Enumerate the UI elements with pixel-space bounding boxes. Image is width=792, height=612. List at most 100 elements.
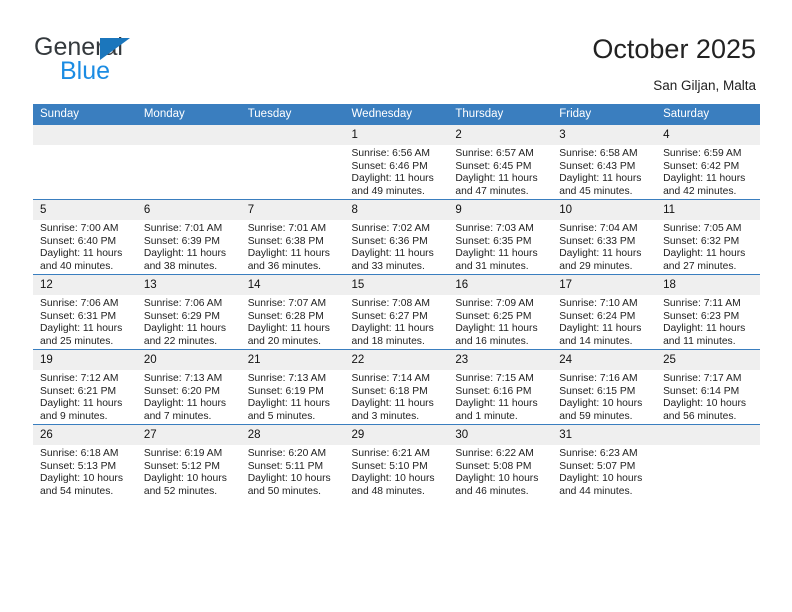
sunrise-text: Sunrise: 7:01 AM (247, 223, 327, 234)
page-title: October 2025 (592, 34, 756, 64)
day-details: Sunrise: 6:21 AM Sunset: 5:10 PM Daylight:… (345, 445, 449, 498)
calendar-day-cell[interactable]: 26 Sunrise: 6:18 AM Sunset: 5:13 PM Dayligh… (33, 424, 137, 499)
day-details: Sunrise: 6:58 AM Sunset: 6:43 PM Daylight:… (552, 145, 656, 198)
day-number: 18 (656, 275, 760, 295)
day-details: Sunrise: 6:18 AM Sunset: 5:13 PM Daylight:… (33, 445, 137, 498)
daylight-text-line2: and 46 minutes. (455, 485, 529, 497)
calendar-day-cell[interactable]: 4 Sunrise: 6:59 AM Sunset: 6:42 PM Daylight… (656, 125, 760, 200)
sunset-text: Sunset: 6:32 PM (663, 235, 740, 247)
calendar-day-cell[interactable]: 29 Sunrise: 6:21 AM Sunset: 5:10 PM Dayligh… (344, 424, 449, 499)
calendar-day-cell[interactable]: 17 Sunrise: 7:10 AM Sunset: 6:24 PM Dayligh… (552, 274, 657, 350)
sunset-text: Sunset: 6:40 PM (40, 235, 117, 247)
daylight-text-line1: Daylight: 10 hours (40, 473, 123, 485)
sunset-text: Sunset: 6:15 PM (559, 385, 636, 397)
daylight-text-line2: and 22 minutes. (143, 335, 218, 347)
day-number (33, 125, 137, 145)
calendar-day-cell[interactable]: 1 Sunrise: 6:56 AM Sunset: 6:46 PM Daylight… (344, 125, 449, 200)
calendar-day-cell[interactable]: 12 Sunrise: 7:06 AM Sunset: 6:31 PM Dayligh… (33, 274, 137, 350)
daylight-text-line2: and 47 minutes. (455, 185, 529, 197)
calendar-week-row: 12 Sunrise: 7:06 AM Sunset: 6:31 PM Dayligh… (33, 274, 760, 350)
calendar-day-cell[interactable]: 25 Sunrise: 7:17 AM Sunset: 6:14 PM Dayligh… (656, 349, 760, 425)
daylight-text-line2: and 59 minutes. (559, 410, 633, 422)
weekday-header-thursday: Thursday (448, 104, 553, 125)
weekday-header-row: Sunday Monday Tuesday Wednesday Thursday… (33, 104, 760, 125)
daylight-text-line1: Daylight: 10 hours (247, 473, 331, 485)
calendar-day-cell[interactable]: 6 Sunrise: 7:01 AM Sunset: 6:39 PM Daylight… (136, 199, 241, 275)
calendar-day-cell[interactable]: 3 Sunrise: 6:58 AM Sunset: 6:43 PM Daylight… (552, 125, 657, 200)
day-number: 7 (240, 200, 345, 220)
calendar-day-cell[interactable]: 18 Sunrise: 7:11 AM Sunset: 6:23 PM Dayligh… (656, 274, 760, 350)
day-number: 4 (656, 125, 760, 145)
calendar-empty-cell (656, 424, 760, 499)
sunrise-text: Sunrise: 7:01 AM (143, 223, 223, 234)
calendar-day-cell[interactable]: 15 Sunrise: 7:08 AM Sunset: 6:27 PM Dayligh… (344, 274, 449, 350)
calendar-day-cell[interactable]: 28 Sunrise: 6:20 AM Sunset: 5:11 PM Dayligh… (240, 424, 345, 499)
sunrise-text: Sunrise: 6:56 AM (351, 148, 430, 159)
day-number: 16 (448, 275, 553, 295)
sunset-text: Sunset: 6:21 PM (40, 385, 117, 397)
day-details: Sunrise: 7:03 AM Sunset: 6:35 PM Daylight:… (448, 220, 552, 273)
day-details: Sunrise: 7:15 AM Sunset: 6:16 PM Daylight:… (448, 370, 552, 423)
calendar-day-cell[interactable]: 19 Sunrise: 7:12 AM Sunset: 6:21 PM Dayligh… (33, 349, 137, 425)
daylight-text-line1: Daylight: 11 hours (455, 173, 538, 185)
weekday-header-tuesday: Tuesday (240, 104, 345, 125)
day-number: 5 (33, 200, 137, 220)
calendar-day-cell[interactable]: 14 Sunrise: 7:07 AM Sunset: 6:28 PM Dayligh… (240, 274, 345, 350)
sunrise-text: Sunrise: 7:11 AM (663, 298, 741, 309)
daylight-text-line1: Daylight: 11 hours (351, 173, 434, 185)
sunset-text: Sunset: 6:36 PM (351, 235, 428, 247)
calendar-day-cell[interactable]: 5 Sunrise: 7:00 AM Sunset: 6:40 PM Daylight… (33, 199, 137, 275)
sunset-text: Sunset: 6:27 PM (351, 310, 428, 322)
calendar-week-row: 26 Sunrise: 6:18 AM Sunset: 5:13 PM Dayligh… (33, 424, 760, 499)
daylight-text-line2: and 33 minutes. (351, 260, 425, 272)
calendar-day-cell[interactable]: 22 Sunrise: 7:14 AM Sunset: 6:18 PM Dayligh… (344, 349, 449, 425)
sunrise-sunset-calendar-table: Sunday Monday Tuesday Wednesday Thursday… (33, 104, 760, 499)
calendar-day-cell[interactable]: 21 Sunrise: 7:13 AM Sunset: 6:19 PM Dayligh… (240, 349, 345, 425)
day-number: 19 (33, 350, 137, 370)
calendar-day-cell[interactable]: 27 Sunrise: 6:19 AM Sunset: 5:12 PM Dayligh… (136, 424, 241, 499)
calendar-day-cell[interactable]: 9 Sunrise: 7:03 AM Sunset: 6:35 PM Daylight… (448, 199, 553, 275)
sunrise-text: Sunrise: 6:23 AM (559, 448, 638, 459)
calendar-day-cell[interactable]: 7 Sunrise: 7:01 AM Sunset: 6:38 PM Daylight… (240, 199, 345, 275)
daylight-text-line2: and 29 minutes. (559, 260, 633, 272)
day-details: Sunrise: 7:09 AM Sunset: 6:25 PM Daylight:… (448, 295, 552, 348)
daylight-text-line1: Daylight: 11 hours (40, 323, 123, 335)
day-number: 14 (240, 275, 345, 295)
page-header: General Blue October 2025 San Giljan, Ma… (0, 0, 792, 100)
sunset-text: Sunset: 5:10 PM (351, 460, 428, 472)
sunset-text: Sunset: 6:20 PM (143, 385, 220, 397)
daylight-text-line1: Daylight: 11 hours (455, 323, 538, 335)
calendar-day-cell[interactable]: 8 Sunrise: 7:02 AM Sunset: 6:36 PM Daylight… (344, 199, 449, 275)
daylight-text-line2: and 38 minutes. (143, 260, 218, 272)
daylight-text-line1: Daylight: 11 hours (40, 248, 123, 260)
day-number: 1 (344, 125, 449, 145)
sunrise-text: Sunrise: 7:05 AM (663, 223, 742, 234)
logo-text-blue: Blue (60, 57, 111, 85)
daylight-text-line1: Daylight: 10 hours (559, 473, 643, 485)
calendar-day-cell[interactable]: 30 Sunrise: 6:22 AM Sunset: 5:08 PM Dayligh… (448, 424, 553, 499)
calendar-day-cell[interactable]: 23 Sunrise: 7:15 AM Sunset: 6:16 PM Dayligh… (448, 349, 553, 425)
sunset-text: Sunset: 6:35 PM (455, 235, 532, 247)
day-details: Sunrise: 7:01 AM Sunset: 6:38 PM Daylight:… (241, 220, 345, 273)
calendar-day-cell[interactable]: 16 Sunrise: 7:09 AM Sunset: 6:25 PM Dayligh… (448, 274, 553, 350)
sunset-text: Sunset: 6:42 PM (663, 160, 740, 172)
calendar-day-cell[interactable]: 31 Sunrise: 6:23 AM Sunset: 5:07 PM Dayligh… (552, 424, 657, 499)
daylight-text-line1: Daylight: 11 hours (663, 323, 746, 335)
sunrise-text: Sunrise: 7:04 AM (559, 223, 638, 234)
day-details: Sunrise: 6:19 AM Sunset: 5:12 PM Daylight:… (137, 445, 241, 498)
calendar-week-row: 5 Sunrise: 7:00 AM Sunset: 6:40 PM Daylight… (33, 199, 760, 275)
sunrise-text: Sunrise: 7:13 AM (247, 373, 327, 384)
sunrise-text: Sunrise: 6:58 AM (559, 148, 638, 159)
sunset-text: Sunset: 6:29 PM (143, 310, 220, 322)
calendar-day-cell[interactable]: 24 Sunrise: 7:16 AM Sunset: 6:15 PM Dayligh… (552, 349, 657, 425)
calendar-day-cell[interactable]: 2 Sunrise: 6:57 AM Sunset: 6:45 PM Daylight… (448, 125, 553, 200)
daylight-text-line1: Daylight: 10 hours (143, 473, 227, 485)
day-details: Sunrise: 7:00 AM Sunset: 6:40 PM Daylight:… (33, 220, 137, 273)
calendar-day-cell[interactable]: 13 Sunrise: 7:06 AM Sunset: 6:29 PM Dayligh… (136, 274, 241, 350)
calendar-day-cell[interactable]: 10 Sunrise: 7:04 AM Sunset: 6:33 PM Dayligh… (552, 199, 657, 275)
sunrise-text: Sunrise: 7:08 AM (351, 298, 430, 309)
calendar-day-cell[interactable]: 20 Sunrise: 7:13 AM Sunset: 6:20 PM Dayligh… (136, 349, 241, 425)
calendar-day-cell[interactable]: 11 Sunrise: 7:05 AM Sunset: 6:32 PM Dayligh… (656, 199, 760, 275)
day-details: Sunrise: 7:13 AM Sunset: 6:20 PM Daylight:… (137, 370, 241, 423)
day-details: Sunrise: 7:12 AM Sunset: 6:21 PM Daylight:… (33, 370, 137, 423)
